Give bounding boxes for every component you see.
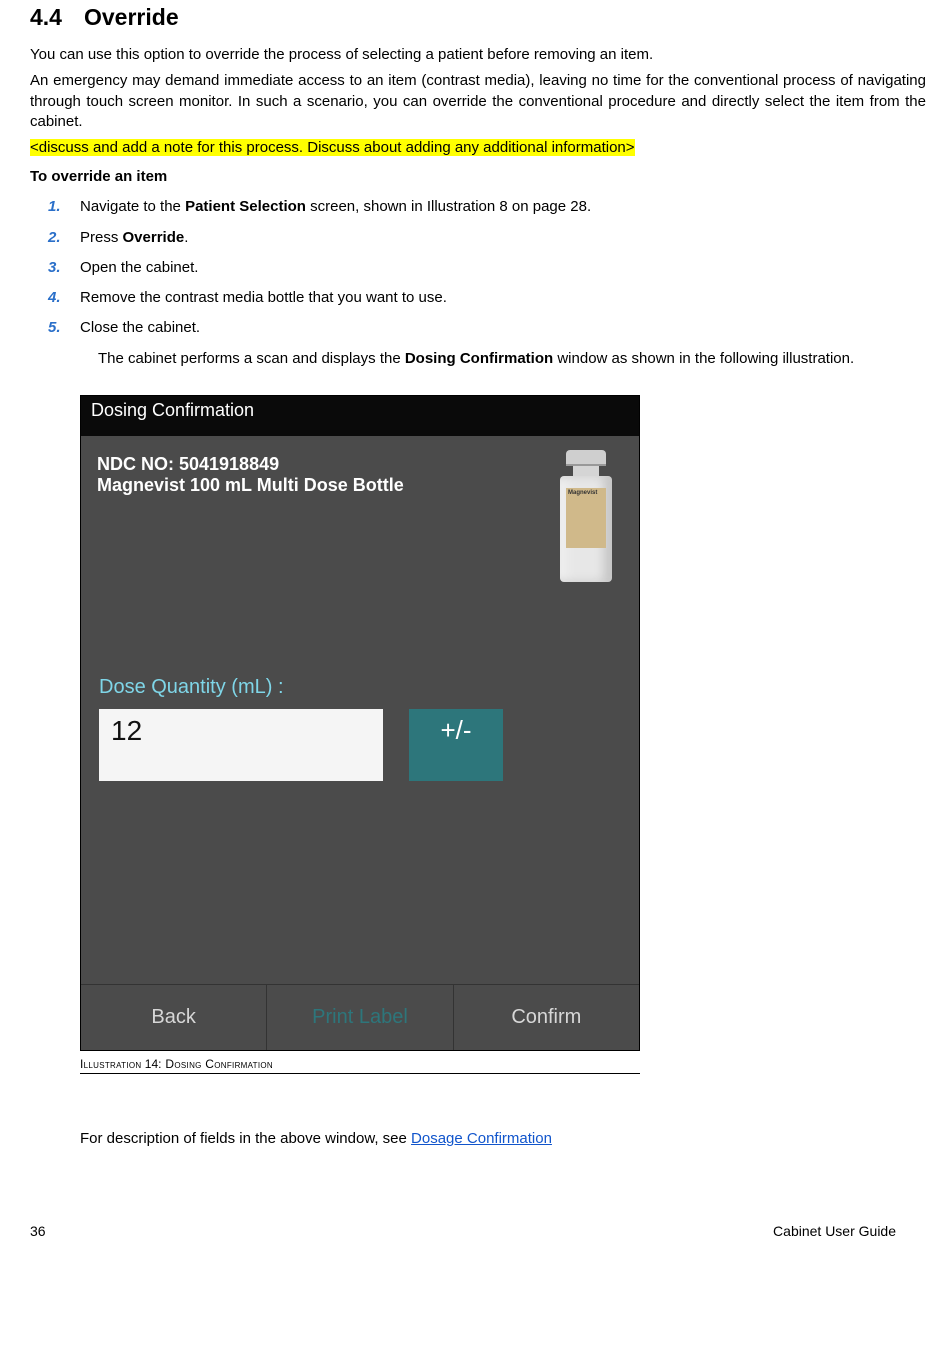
step-followup: The cabinet performs a scan and displays… [98,349,926,369]
page-footer: 36 Cabinet User Guide [30,1223,896,1239]
back-button[interactable]: Back [81,985,267,1050]
ndc-number: NDC NO: 5041918849 [97,454,547,475]
step-item: 1. Navigate to the Patient Selection scr… [48,197,926,217]
figure-caption: Illustration 14: Dosing Confirmation [80,1057,640,1074]
section-heading: 4.4Override [30,4,926,31]
plus-minus-button[interactable]: +/- [409,709,503,781]
dose-value: 12 [111,709,142,747]
bottle-icon: Magnevist [557,450,615,586]
document-title: Cabinet User Guide [773,1223,896,1239]
page-number: 36 [30,1223,46,1239]
step-item: 3. Open the cabinet. [48,258,926,278]
procedure-lead: To override an item [30,168,926,185]
step-number: 4. [48,288,80,308]
step-item: 2. Press Override. [48,228,926,248]
cross-ref-text: For description of fields in the above w… [80,1130,926,1147]
paragraph-intro: You can use this option to override the … [30,45,926,65]
step-text: Remove the contrast media bottle that yo… [80,288,926,308]
section-number: 4.4 [30,4,84,31]
ndc-row: NDC NO: 5041918849 Magnevist 100 mL Mult… [81,436,639,586]
print-label-button[interactable]: Print Label [267,985,453,1050]
bottle-label: Magnevist [566,488,606,548]
step-number: 5. [48,318,80,338]
step-item: 5. Close the cabinet. [48,318,926,338]
step-number: 3. [48,258,80,278]
confirm-button[interactable]: Confirm [454,985,639,1050]
product-name: Magnevist 100 mL Multi Dose Bottle [97,475,547,496]
paragraph-emergency: An emergency may demand immediate access… [30,71,926,132]
step-item: 4. Remove the contrast media bottle that… [48,288,926,308]
dosing-confirmation-screenshot: Dosing Confirmation NDC NO: 5041918849 M… [80,395,640,1051]
step-text: Press Override. [80,228,926,248]
step-number: 2. [48,228,80,248]
step-text: Close the cabinet. [80,318,926,338]
dose-label: Dose Quantity (mL) : [81,586,639,709]
ordered-steps: 1. Navigate to the Patient Selection scr… [48,197,926,369]
dosage-confirmation-link[interactable]: Dosage Confirmation [411,1130,552,1147]
editorial-note: <discuss and add a note for this process… [30,138,926,158]
dose-input[interactable]: 12 [99,709,383,781]
step-text: Navigate to the Patient Selection screen… [80,197,926,217]
window-title: Dosing Confirmation [81,396,639,436]
step-number: 1. [48,197,80,217]
step-text: Open the cabinet. [80,258,926,278]
highlighted-note: <discuss and add a note for this process… [30,139,635,156]
section-title: Override [84,4,179,30]
